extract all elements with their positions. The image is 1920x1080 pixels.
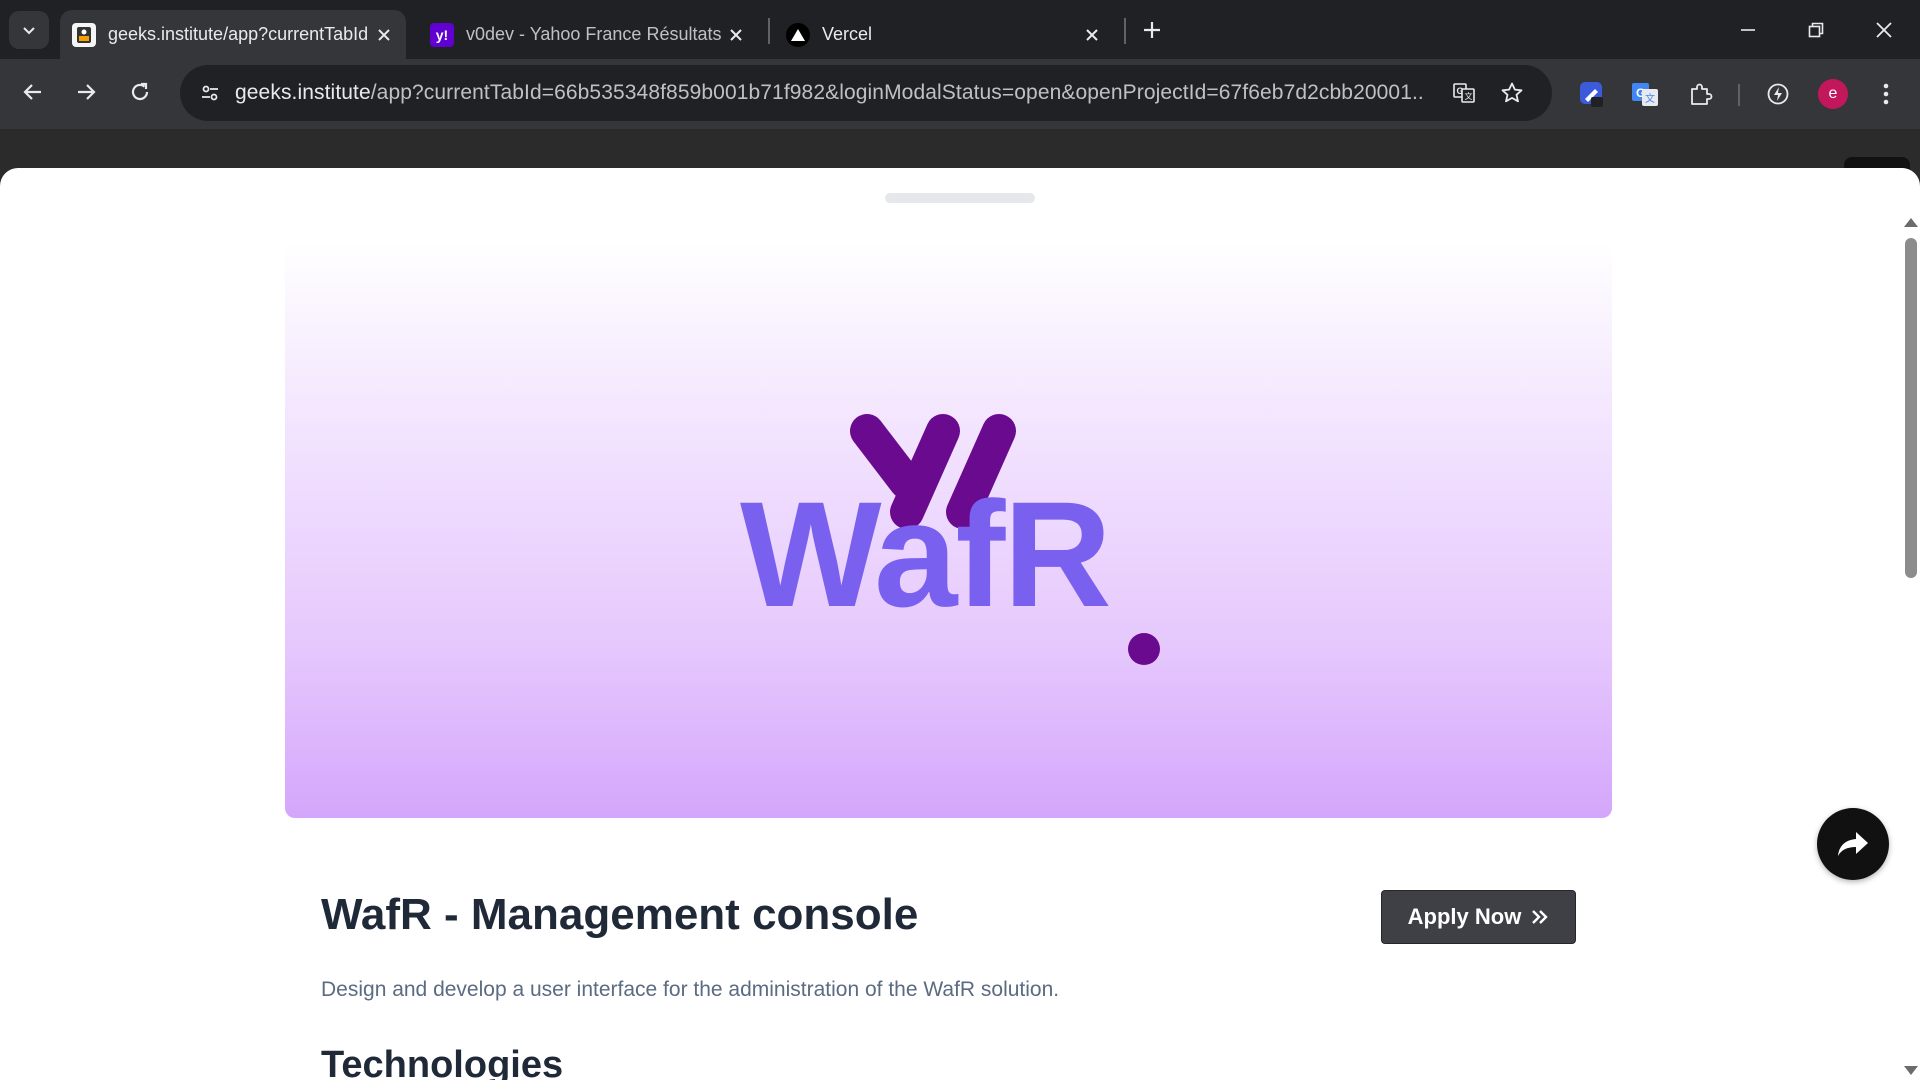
svg-text:文: 文: [1465, 91, 1473, 101]
site-info-button[interactable]: [190, 73, 230, 113]
close-tab-icon[interactable]: [1078, 21, 1106, 49]
more-vert-icon: [1883, 83, 1889, 105]
extension-pen-button[interactable]: [1570, 72, 1614, 116]
apply-now-label: Apply Now: [1407, 904, 1522, 929]
tab-search-button[interactable]: [9, 11, 49, 49]
technologies-heading: Technologies: [321, 1044, 564, 1080]
plus-icon: [1144, 22, 1160, 38]
url-text[interactable]: geeks.institute/app?currentTabId=66b5353…: [235, 81, 1425, 105]
extensions-button[interactable]: [1678, 72, 1722, 116]
back-button[interactable]: [13, 72, 53, 112]
svg-text:文: 文: [1645, 92, 1655, 105]
geeks-institute-favicon-icon: [72, 22, 96, 47]
minimize-icon: [1741, 28, 1755, 31]
translate-icon: G文: [1453, 83, 1475, 103]
google-translate-extension-button[interactable]: G文: [1623, 72, 1667, 116]
tab-geeks-institute[interactable]: geeks.institute/app?currentTabId: [60, 10, 406, 59]
project-description: Design and develop a user interface for …: [321, 978, 1060, 1001]
scrollbar-thumb[interactable]: [1905, 238, 1917, 578]
arrow-right-icon: [78, 84, 96, 100]
project-modal: WafR WafR - Management console Apply Now…: [0, 168, 1920, 1080]
google-translate-icon: G文: [1632, 83, 1658, 106]
tab-title: v0dev - Yahoo France Résultats: [466, 24, 722, 44]
close-window-button[interactable]: [1850, 0, 1918, 59]
translate-page-button[interactable]: G文: [1444, 73, 1484, 113]
tune-icon: [202, 85, 218, 101]
tab-title: Vercel: [822, 24, 873, 44]
browser-toolbar: geeks.institute/app?currentTabId=66b5353…: [0, 59, 1920, 129]
speed-icon: [1767, 83, 1789, 105]
project-title: WafR - Management console: [321, 890, 919, 939]
forward-button[interactable]: [66, 72, 106, 112]
browser-menu-button[interactable]: [1864, 72, 1908, 116]
url-host: geeks.institute: [235, 81, 371, 104]
scroll-down-arrow-icon[interactable]: [1904, 1066, 1918, 1075]
vercel-favicon-icon: [786, 22, 810, 47]
performance-button[interactable]: [1756, 72, 1800, 116]
reload-button[interactable]: [120, 72, 160, 112]
share-button[interactable]: [1817, 808, 1889, 880]
address-bar[interactable]: geeks.institute/app?currentTabId=66b5353…: [180, 65, 1552, 121]
tab-strip: geeks.institute/app?currentTabId y! v0de…: [0, 0, 1920, 59]
star-icon: [1501, 82, 1523, 103]
profile-button[interactable]: e: [1811, 72, 1855, 116]
new-tab-button[interactable]: [1136, 14, 1168, 46]
share-arrow-icon: [1838, 832, 1868, 856]
tab-separator: [1124, 18, 1126, 44]
tab-vercel[interactable]: Vercel: [774, 10, 1114, 59]
scroll-up-arrow-icon[interactable]: [1904, 218, 1918, 227]
reload-icon: [131, 82, 149, 101]
restore-icon: [1808, 22, 1824, 37]
restore-button[interactable]: [1782, 0, 1850, 59]
minimize-button[interactable]: [1714, 0, 1782, 59]
modal-scrollbar[interactable]: [1900, 218, 1920, 1080]
tab-separator: [768, 18, 770, 44]
pen-extension-icon: [1580, 82, 1603, 107]
chevron-down-icon: [23, 27, 35, 35]
tab-title: geeks.institute/app?currentTabId: [108, 24, 369, 44]
bookmark-button[interactable]: [1492, 73, 1532, 113]
arrow-left-icon: [23, 84, 41, 100]
double-chevron-right-icon: [1532, 910, 1549, 924]
toolbar-separator: [1738, 84, 1740, 106]
close-icon: [1876, 21, 1892, 38]
yahoo-favicon-icon: y!: [430, 22, 454, 47]
apply-now-button[interactable]: Apply Now: [1381, 890, 1576, 944]
project-hero-banner: WafR: [285, 241, 1612, 818]
puzzle-icon: [1691, 83, 1713, 105]
close-tab-icon[interactable]: [722, 21, 750, 49]
tab-yahoo[interactable]: y! v0dev - Yahoo France Résultats: [418, 10, 758, 59]
modal-drag-handle[interactable]: [885, 193, 1035, 203]
close-tab-icon[interactable]: [370, 21, 398, 49]
avatar: e: [1818, 79, 1848, 109]
url-path: /app?currentTabId=66b535348f859b001b71f9…: [370, 81, 1425, 104]
wafr-logo-dot: [1128, 633, 1160, 665]
wafr-logo-wordmark: WafR: [740, 470, 1112, 638]
